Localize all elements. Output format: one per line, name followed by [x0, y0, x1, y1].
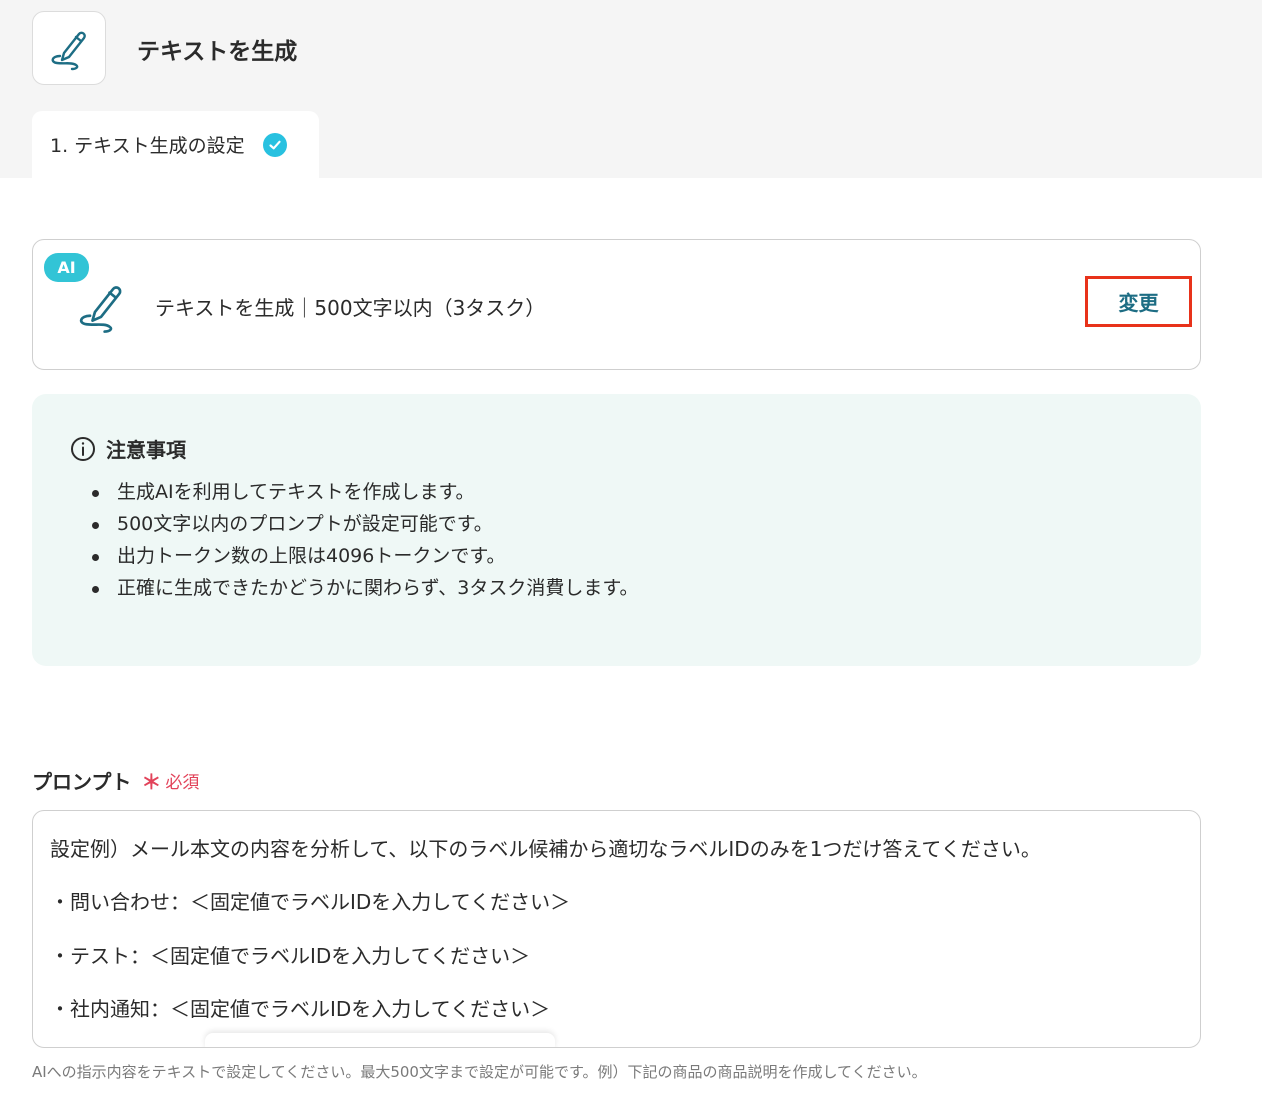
list-item: 500文字以内のプロンプトが設定可能です。: [90, 508, 638, 540]
list-item: 正確に生成できたかどうかに関わらず、3タスク消費します。: [90, 572, 638, 604]
tab-label: 1. テキスト生成の設定: [50, 135, 245, 157]
required-mark: ＊: [141, 770, 162, 794]
required-text: 必須: [165, 773, 200, 793]
page-title: テキストを生成: [137, 39, 298, 65]
notice-header: 注意事項: [70, 434, 186, 463]
pen-icon: [51, 31, 86, 71]
action-card: AI テキストを生成｜500文字以内（3タスク） 変更: [32, 239, 1201, 370]
notice-panel: 注意事項 生成AIを利用してテキストを作成します。 500文字以内のプロンプトが…: [32, 394, 1201, 666]
prompt-line: ・テスト：＜固定値でラベルIDを入力してください＞: [50, 944, 531, 968]
list-item: 出力トークン数の上限は4096トークンです。: [90, 540, 638, 572]
prompt-label-text: プロンプト: [32, 770, 132, 794]
overlay-popup-edge: [205, 1033, 555, 1047]
notice-list: 生成AIを利用してテキストを作成します。 500文字以内のプロンプトが設定可能で…: [90, 476, 638, 604]
check-circle-icon: [262, 132, 287, 157]
prompt-line: ・社内通知：＜固定値でラベルIDを入力してください＞: [50, 997, 551, 1021]
app-icon: [32, 11, 106, 85]
prompt-helper-text: AIへの指示内容をテキストで設定してください。最大500文字まで設定が可能です。…: [32, 1063, 927, 1081]
list-item: 生成AIを利用してテキストを作成します。: [90, 476, 638, 508]
prompt-textarea[interactable]: 設定例）メール本文の内容を分析して、以下のラベル候補から適切なラベルIDのみを1…: [32, 810, 1201, 1048]
prompt-label: プロンプト ＊ 必須: [32, 766, 199, 795]
notice-title: 注意事項: [106, 438, 186, 462]
action-label: テキストを生成｜500文字以内（3タスク）: [155, 296, 546, 320]
prompt-line: ・問い合わせ：＜固定値でラベルIDを入力してください＞: [50, 890, 571, 914]
change-button[interactable]: 変更: [1085, 276, 1192, 327]
pen-icon: [79, 286, 122, 333]
info-icon: [71, 436, 95, 461]
prompt-line: 設定例）メール本文の内容を分析して、以下のラベル候補から適切なラベルIDのみを1…: [50, 837, 1041, 861]
tab-text-generation-settings[interactable]: 1. テキスト生成の設定: [32, 111, 319, 178]
